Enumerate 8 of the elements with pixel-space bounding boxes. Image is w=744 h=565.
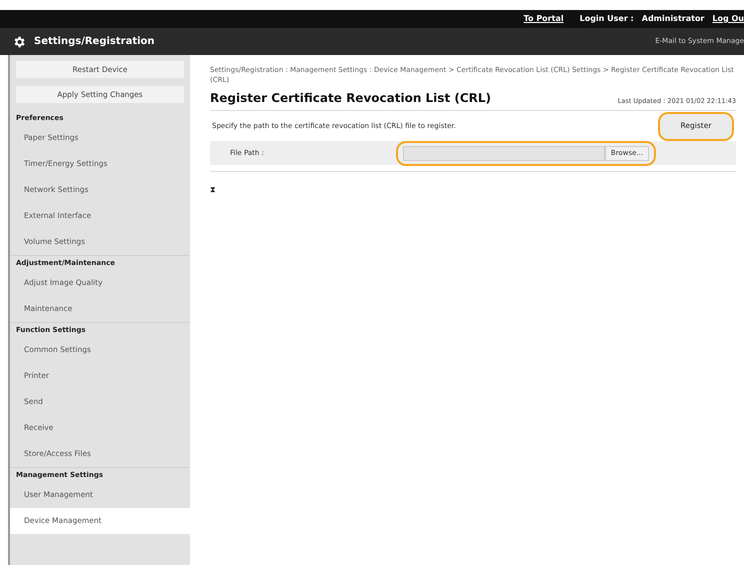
settings-icon [12,34,26,48]
portal-link[interactable]: To Portal [524,13,564,25]
app-title: Settings/Registration [34,35,155,49]
page-title: Register Certificate Revocation List (CRL) [210,90,492,107]
user-name: Administrator [642,13,704,25]
page-top-link[interactable]: ⧗ [210,185,216,194]
login-user-label: Login User : [580,13,634,25]
logout-link[interactable]: Log Ou [712,13,744,25]
